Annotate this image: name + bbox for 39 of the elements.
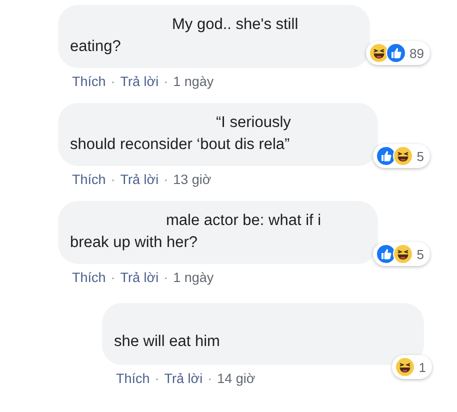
reaction-badge[interactable]: 89 xyxy=(366,41,430,65)
separator-dot: · xyxy=(110,270,116,285)
thumbs-up-icon xyxy=(376,244,396,264)
action-link[interactable]: Trả lời xyxy=(120,270,159,285)
separator-dot: · xyxy=(164,172,168,187)
comment-text: “I seriously should reconsider ‘bout dis rela” xyxy=(70,113,292,155)
timestamp[interactable]: 13 giờ xyxy=(173,172,212,187)
reaction-badge[interactable]: 5 xyxy=(372,144,430,168)
laughing-face-icon xyxy=(394,357,415,377)
separator-dot: · xyxy=(208,371,212,386)
timestamp[interactable]: 1 ngày xyxy=(173,270,214,285)
action-link[interactable]: Trả lời xyxy=(164,371,203,386)
separator-dot: · xyxy=(110,74,116,89)
action-link[interactable]: Trả lời xyxy=(120,74,159,89)
action-link[interactable]: Thích xyxy=(116,371,150,386)
separator-dot: · xyxy=(110,172,116,187)
comment-text: male actor be: what if i break up with her? xyxy=(70,211,322,253)
reaction-count: 89 xyxy=(410,46,424,60)
thumbs-up-icon xyxy=(376,146,396,166)
laughing-face-icon xyxy=(392,146,413,166)
reaction-badge[interactable]: 5 xyxy=(372,242,430,266)
thumbs-up-icon xyxy=(386,43,406,63)
separator-dot: · xyxy=(154,371,160,386)
separator-dot: · xyxy=(164,270,168,285)
action-link[interactable]: Thích xyxy=(72,74,106,89)
action-link[interactable]: Thích xyxy=(72,270,106,285)
comment-text: she will eat him xyxy=(114,332,220,352)
reaction-count: 5 xyxy=(416,148,424,164)
reaction-badge[interactable]: 1 xyxy=(392,355,432,379)
laughing-face-icon xyxy=(392,244,413,264)
laughing-face-icon xyxy=(368,43,389,63)
separator-dot: · xyxy=(164,74,168,89)
action-link[interactable]: Trả lời xyxy=(120,172,159,187)
action-link[interactable]: Thích xyxy=(72,172,106,187)
reaction-count: 1 xyxy=(418,360,426,374)
timestamp[interactable]: 1 ngày xyxy=(173,74,214,89)
reaction-count: 5 xyxy=(416,246,424,262)
comment-text: My god.. she's still eating? xyxy=(70,15,300,57)
timestamp[interactable]: 14 giờ xyxy=(217,371,256,386)
